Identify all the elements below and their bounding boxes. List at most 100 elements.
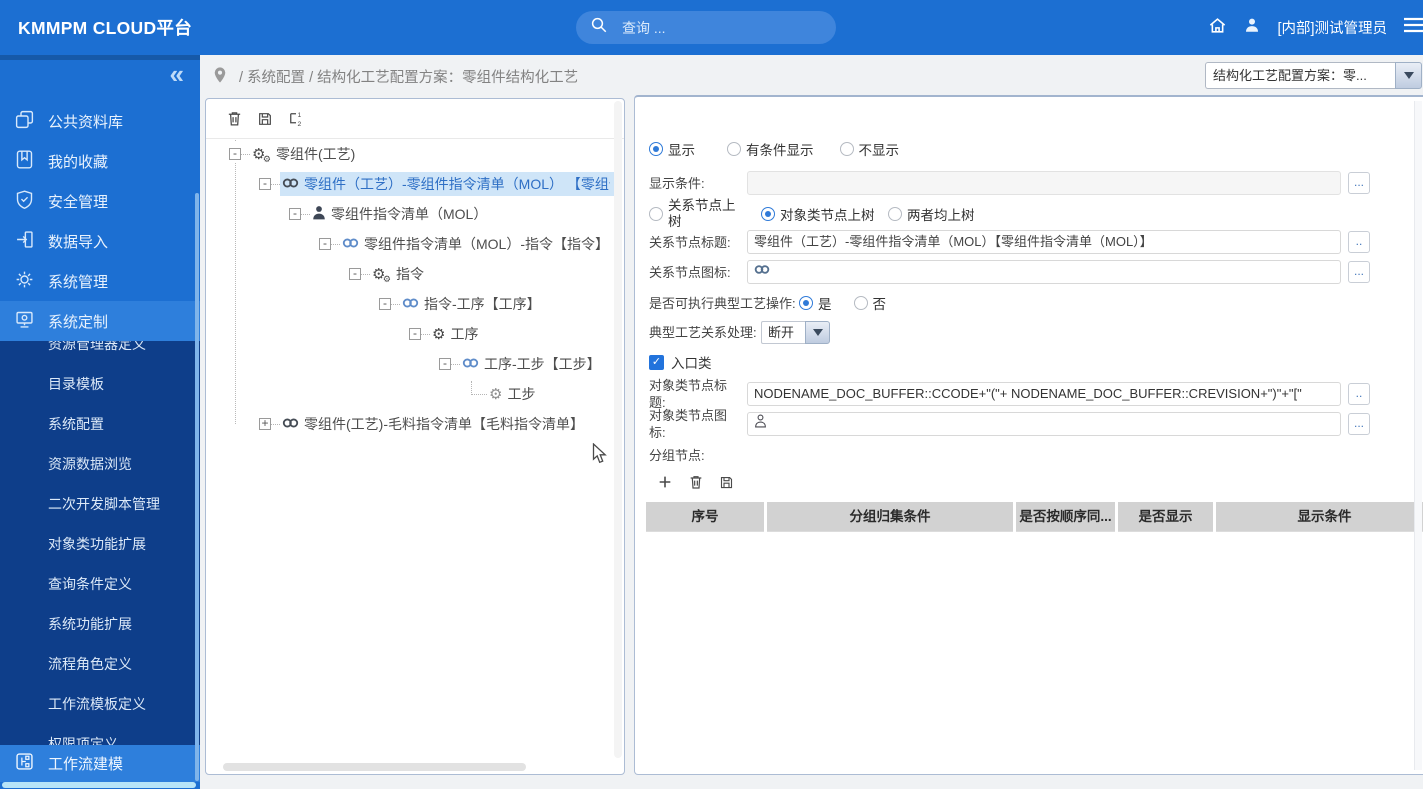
submenu-item-objectclass-ext[interactable]: 对象类功能扩展 xyxy=(0,524,200,564)
entry-class-checkbox[interactable]: ✓ xyxy=(649,354,664,370)
radio-display[interactable]: 显示 xyxy=(649,139,695,159)
sidebar-item-security[interactable]: 安全管理 xyxy=(0,181,200,221)
sidebar-item-label: 系统定制 xyxy=(48,313,109,331)
radio-objectclass-node-on-tree[interactable]: 对象类节点上树 xyxy=(761,204,875,224)
radio-icon xyxy=(888,207,902,221)
save-button[interactable] xyxy=(719,475,734,490)
display-condition-input[interactable] xyxy=(747,171,1341,195)
tree-connector xyxy=(471,381,487,395)
expander-collapse-box[interactable]: - xyxy=(379,297,391,310)
submenu-item-script-mgmt[interactable]: 二次开发脚本管理 xyxy=(0,484,200,524)
object-node-icon-ellipsis-button[interactable]: ... xyxy=(1348,413,1370,435)
sidebar-item-workflow-modeling[interactable]: 工作流建模 xyxy=(0,745,200,782)
tree-node-process[interactable]: - 工序 xyxy=(206,319,614,349)
sidebar-horizontal-scrollbar[interactable] xyxy=(2,782,196,788)
tree-vertical-scrollbar[interactable] xyxy=(614,101,622,758)
search-input[interactable] xyxy=(622,19,802,36)
column-header-seq[interactable]: 序号 xyxy=(646,502,767,532)
submenu-item-query-condition-def[interactable]: 查询条件定义 xyxy=(0,564,200,604)
tree-node-label: 工序 xyxy=(450,326,479,342)
sidebar-vertical-scrollbar[interactable] xyxy=(195,193,199,781)
expander-collapse-box[interactable]: - xyxy=(409,327,421,340)
current-user-label[interactable]: [内部]测试管理员 xyxy=(1277,17,1387,38)
tree-horizontal-scrollbar[interactable] xyxy=(223,763,526,771)
sidebar-collapse-button[interactable]: « xyxy=(170,59,184,90)
relation-node-title-ellipsis-button[interactable]: .. xyxy=(1348,231,1370,253)
submenu-item-workflow-template-def[interactable]: 工作流模板定义 xyxy=(0,684,200,724)
tree-node-process-step[interactable]: - 工步工序-工步【工步】 xyxy=(206,349,614,379)
global-search-box[interactable] xyxy=(576,11,836,44)
submenu-item-system-function-ext[interactable]: 系统功能扩展 xyxy=(0,604,200,644)
expander-collapse-box[interactable]: - xyxy=(289,207,301,220)
radio-no[interactable]: 否 xyxy=(853,293,886,313)
scheme-selector-dropdown-button[interactable] xyxy=(1395,62,1422,89)
sidebar-item-system-custom[interactable]: 系统定制 xyxy=(0,301,200,341)
delete-button[interactable] xyxy=(688,474,704,490)
add-button[interactable] xyxy=(657,474,673,490)
object-node-icon-input[interactable] xyxy=(747,412,1341,436)
sidebar-item-favorites[interactable]: 我的收藏 xyxy=(0,141,200,181)
radio-no-display[interactable]: 不显示 xyxy=(839,139,899,159)
submenu-item-permission-def[interactable]: 权限项定义 xyxy=(0,724,200,745)
object-node-title-ellipsis-button[interactable]: .. xyxy=(1348,383,1370,405)
sidebar-item-data-import[interactable]: 数据导入 xyxy=(0,221,200,261)
tree-node-root[interactable]: - 零组件(工艺) xyxy=(206,139,614,169)
tree-node-mol-instruction[interactable]: - 零组件指令清单（MOL）-指令【指令】 xyxy=(206,229,614,259)
submenu-item-process-role-def[interactable]: 流程角色定义 xyxy=(0,644,200,684)
expander-collapse-box[interactable]: - xyxy=(319,237,331,250)
relation-node-icon-ellipsis-button[interactable]: ... xyxy=(1348,261,1370,283)
expander-collapse-box[interactable]: - xyxy=(349,267,361,280)
expander-collapse-box[interactable]: - xyxy=(229,147,241,160)
tree-node-step[interactable]: 工步 xyxy=(206,379,614,409)
tree-node-raw-material-list[interactable]: + 零组件(工艺)-毛料指令清单【毛料指令清单】 xyxy=(206,409,614,439)
submenu-item-resource-manager-def[interactable]: 资源管理器定义 xyxy=(0,341,200,364)
sidebar-item-label: 系统管理 xyxy=(48,273,109,291)
tree-node-mol-class[interactable]: - 零组件指令清单（MOL） xyxy=(206,199,614,229)
expander-collapse-box[interactable]: - xyxy=(259,177,271,190)
mouse-cursor xyxy=(592,442,607,470)
tree-node-relation-mol[interactable]: - 零组件（工艺）-零组件指令清单（MOL） 【零组件指令清单（MOL）】 xyxy=(206,169,614,199)
object-node-icon-row: 对象类节点图标: ... xyxy=(649,408,1423,440)
display-condition-ellipsis-button[interactable]: ... xyxy=(1348,172,1370,194)
gears-icon xyxy=(372,267,391,284)
radio-yes[interactable]: 是 xyxy=(799,293,832,313)
typical-process-rel-dropdown[interactable]: 断开 xyxy=(761,320,830,344)
workflow-icon xyxy=(14,751,35,776)
radio-both-on-tree[interactable]: 两者均上树 xyxy=(888,204,975,224)
relation-node-icon-input[interactable] xyxy=(747,260,1341,284)
column-header-order-sync[interactable]: 是否按顺序同... xyxy=(1016,502,1118,532)
dropdown-button[interactable] xyxy=(805,320,830,344)
relation-node-title-input[interactable]: 零组件（工艺）-零组件指令清单（MOL）【零组件指令清单（MOL）】 xyxy=(747,230,1341,254)
home-icon[interactable] xyxy=(1208,16,1227,40)
user-icon[interactable] xyxy=(1243,16,1261,39)
submenu-item-system-config[interactable]: 系统配置 xyxy=(0,404,200,444)
column-header-visible[interactable]: 是否显示 xyxy=(1118,502,1216,532)
menu-icon[interactable] xyxy=(1403,17,1423,38)
location-pin-icon xyxy=(213,66,227,88)
scheme-selector-value: 结构化工艺配置方案：零... xyxy=(1205,62,1395,89)
save-button[interactable] xyxy=(257,111,273,127)
expander-collapse-box[interactable]: - xyxy=(439,357,451,370)
submenu-item-resource-data-browse[interactable]: 资源数据浏览 xyxy=(0,444,200,484)
column-header-display-condition[interactable]: 显示条件 xyxy=(1216,502,1423,532)
object-node-icon-label: 对象类节点图标: xyxy=(649,408,728,440)
radio-conditional-display[interactable]: 有条件显示 xyxy=(727,139,814,159)
radio-relation-node-on-tree[interactable]: 关系节点上树 xyxy=(649,198,740,230)
application-window: KMMPM CLOUD平台 [内部]测试管理员 « xyxy=(0,0,1423,789)
tree-node-instruction[interactable]: - 指令 xyxy=(206,259,614,289)
sidebar-item-public-library[interactable]: 公共资料库 xyxy=(0,101,200,141)
delete-button[interactable] xyxy=(226,110,243,127)
breadcrumb-bar: / 系统配置 / 结构化工艺配置方案：零组件结构化工艺 结构化工艺配置方案：零.… xyxy=(200,55,1423,98)
expand-levels-button[interactable]: 12 xyxy=(287,110,305,128)
gear-icon xyxy=(432,327,445,342)
column-header-group-condition[interactable]: 分组归集条件 xyxy=(767,502,1016,532)
sidebar-item-label: 我的收藏 xyxy=(48,153,109,171)
tree-node-instruction-process[interactable]: - 指令-工序【工序】 xyxy=(206,289,614,319)
expander-expand-box[interactable]: + xyxy=(259,417,271,430)
sidebar-item-system-admin[interactable]: 系统管理 xyxy=(0,261,200,301)
form-panel-vertical-scrollbar[interactable] xyxy=(1414,101,1422,770)
scheme-selector[interactable]: 结构化工艺配置方案：零... xyxy=(1205,62,1422,89)
typical-process-rel-label: 典型工艺关系处理: xyxy=(649,324,757,340)
object-node-title-input[interactable]: NODENAME_DOC_BUFFER::CCODE+"("+ NODENAME… xyxy=(747,382,1341,406)
submenu-item-catalog-template[interactable]: 目录模板 xyxy=(0,364,200,404)
